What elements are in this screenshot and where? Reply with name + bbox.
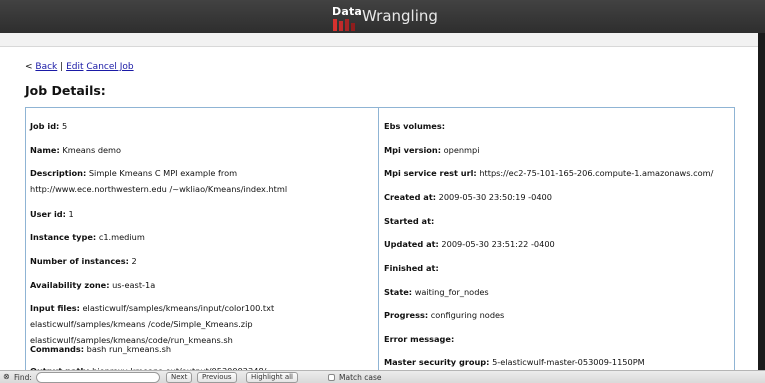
back-prefix: < [25, 62, 33, 72]
field-label: Commands: [30, 344, 85, 354]
field-number-of-instances: Number of instances: 2 [30, 256, 137, 267]
field-value: https://ec2-75-101-165-206.compute-1.ama… [479, 168, 714, 178]
field-progress: Progress: configuring nodes [384, 310, 504, 321]
field-label: Master security group: [384, 357, 490, 367]
field-mpi-version: Mpi version: openmpi [384, 145, 480, 156]
back-link[interactable]: Back [35, 62, 57, 72]
field-created-at: Created at: 2009-05-30 23:50:19 -0400 [384, 192, 552, 203]
field-value: 5-elasticwulf-master-053009-1150PM [492, 357, 645, 367]
field-name: Name: Kmeans demo [30, 145, 121, 156]
field-label: Error message: [384, 334, 455, 344]
field-error-message: Error message: [384, 334, 454, 345]
data-wrangling-logo[interactable]: Data Wrangling [332, 5, 442, 31]
field-ebs-volumes: Ebs volumes: [384, 121, 445, 132]
find-input[interactable] [36, 372, 160, 383]
field-label: Finished at: [384, 263, 439, 273]
field-job-id: Job id: 5 [30, 121, 67, 132]
field-value: 2009-05-30 23:51:22 -0400 [441, 239, 555, 249]
field-value: configuring nodes [430, 310, 505, 320]
find-next-label: Next [171, 373, 188, 381]
close-find-icon[interactable]: ⊗ [3, 372, 10, 381]
field-label: Started at: [384, 216, 435, 226]
field-label: Name: [30, 145, 60, 155]
logo-data-text: Data [332, 5, 363, 18]
field-availability-zone: Availability zone: us-east-1a [30, 280, 155, 291]
top-header-bar: Data Wrangling [0, 0, 765, 33]
field-value: openmpi [443, 145, 480, 155]
logo-bars-icon [333, 19, 355, 31]
field-state: State: waiting_for_nodes [384, 287, 489, 298]
field-label: User id: [30, 209, 66, 219]
match-case-checkbox[interactable] [328, 374, 335, 381]
field-label: Job id: [30, 121, 60, 131]
field-label: Instance type: [30, 232, 97, 242]
highlight-all-label: Highlight all [251, 373, 294, 381]
find-bar: ⊗ Find: Next Previous Highlight all Matc… [0, 370, 765, 383]
match-case-label: Match case [339, 373, 382, 382]
field-value: waiting_for_nodes [414, 287, 489, 297]
field-master-security-group: Master security group: 5-elasticwulf-mas… [384, 357, 645, 368]
field-input-files: Input files: elasticwulf/samples/kmeans/… [30, 300, 370, 348]
job-nav-links: < Back | Edit Cancel Job [25, 62, 134, 72]
logo-bar-4 [351, 23, 355, 31]
field-value: c1.medium [98, 232, 145, 242]
logo-bar-1 [333, 19, 337, 31]
field-value: 1 [68, 209, 74, 219]
field-label: Description: [30, 168, 87, 178]
field-label: Mpi service rest url: [384, 168, 477, 178]
field-label: State: [384, 287, 413, 297]
field-value: us-east-1a [112, 280, 156, 290]
highlight-all-button[interactable]: Highlight all [246, 372, 299, 383]
find-previous-label: Previous [202, 373, 232, 381]
field-updated-at: Updated at: 2009-05-30 23:51:22 -0400 [384, 239, 555, 250]
field-instance-type: Instance type: c1.medium [30, 232, 145, 243]
column-divider [378, 108, 379, 376]
field-value: 2009-05-30 23:50:19 -0400 [438, 192, 552, 202]
field-label: Created at: [384, 192, 437, 202]
find-next-button[interactable]: Next [166, 372, 193, 383]
field-value: 5 [61, 121, 68, 131]
field-label: Mpi version: [384, 145, 442, 155]
find-previous-button[interactable]: Previous [197, 372, 237, 383]
field-label: Ebs volumes: [384, 121, 446, 131]
field-label: Input files: [30, 303, 80, 313]
nav-separator: | [60, 62, 64, 72]
field-value: bash run_kmeans.sh [86, 344, 172, 354]
logo-bar-2 [339, 21, 343, 31]
subheader-strip [0, 33, 765, 47]
field-started-at: Started at: [384, 216, 434, 227]
field-mpi-service-rest-url: Mpi service rest url: https://ec2-75-101… [384, 168, 713, 179]
cancel-job-link[interactable]: Cancel Job [86, 62, 133, 72]
field-value: Kmeans demo [62, 145, 122, 155]
field-label: Updated at: [384, 239, 439, 249]
job-details-table: Job id: 5 Name: Kmeans demo Description:… [25, 107, 735, 377]
field-user-id: User id: 1 [30, 209, 74, 220]
field-description: Description: Simple Kmeans C MPI example… [30, 165, 370, 197]
window-edge [758, 33, 765, 370]
field-commands: Commands: bash run_kmeans.sh [30, 344, 171, 355]
field-value: 2 [131, 256, 137, 266]
logo-bar-3 [345, 19, 349, 31]
field-label: Availability zone: [30, 280, 110, 290]
field-label: Progress: [384, 310, 429, 320]
page-title: Job Details: [25, 83, 106, 98]
logo-wrangling-text: Wrangling [362, 7, 438, 25]
edit-link[interactable]: Edit [66, 62, 83, 72]
field-label: Number of instances: [30, 256, 129, 266]
field-finished-at: Finished at: [384, 263, 439, 274]
find-label: Find: [14, 373, 32, 382]
